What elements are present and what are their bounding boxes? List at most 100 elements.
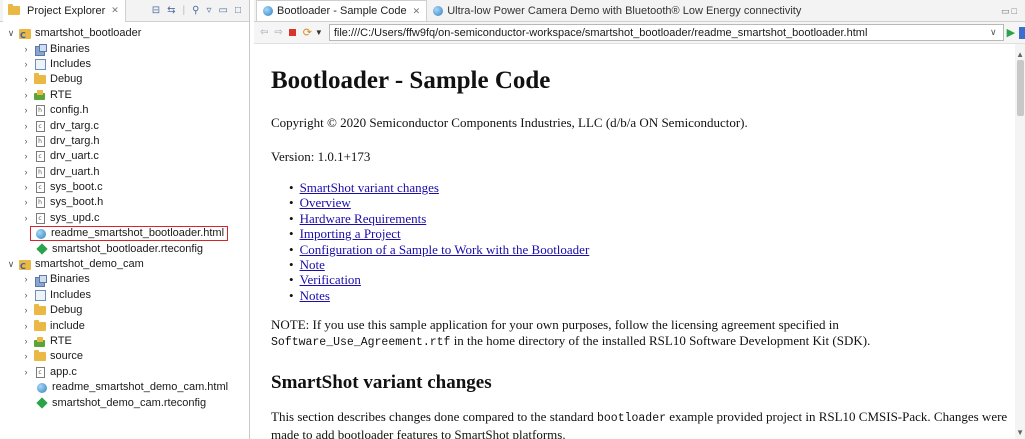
maximize-icon[interactable]: □ [235, 5, 241, 16]
tree-item[interactable]: › source [0, 349, 249, 364]
tree-item[interactable]: › c drv_targ.c [0, 118, 249, 133]
view-menu-icon[interactable]: ▿ [206, 5, 211, 16]
scroll-down-icon[interactable]: ▼ [1016, 428, 1024, 437]
scrollbar-thumb[interactable] [1017, 60, 1024, 116]
header-file-icon: h [33, 166, 47, 178]
chevron-right-icon[interactable]: › [21, 165, 31, 180]
side-panel-icon[interactable] [1019, 26, 1025, 39]
link-with-editor-icon[interactable]: ⇆ [167, 5, 175, 16]
chevron-down-icon[interactable]: ▼ [315, 28, 323, 37]
close-icon[interactable]: ✕ [413, 6, 421, 17]
chevron-down-icon[interactable]: ∨ [6, 257, 16, 272]
tab-project-explorer-label: Project Explorer [27, 4, 106, 17]
toc-item: Hardware Requirements [289, 211, 1015, 226]
chevron-right-icon[interactable]: › [21, 365, 31, 380]
toc-link[interactable]: Overview [300, 195, 351, 210]
tree-item[interactable]: › c drv_uart.c [0, 149, 249, 164]
minimize-icon[interactable]: ▭ [219, 5, 228, 16]
tab-camera-demo[interactable]: Ultra-low Power Camera Demo with Bluetoo… [427, 0, 807, 21]
tree-item[interactable]: › RTE [0, 334, 249, 349]
toc-link[interactable]: Notes [300, 288, 330, 303]
chevron-right-icon[interactable]: › [21, 303, 31, 318]
tree-item[interactable]: › c app.c [0, 365, 249, 380]
chevron-right-icon[interactable]: › [21, 319, 31, 334]
tree-item[interactable]: › Includes [0, 57, 249, 72]
chevron-right-icon[interactable]: › [21, 149, 31, 164]
collapse-all-icon[interactable]: ⊟ [152, 5, 160, 16]
tree-item-label: sys_boot.h [50, 196, 104, 209]
tree-item[interactable]: readme_smartshot_demo_cam.html [0, 380, 249, 395]
tree-item[interactable]: › Binaries [0, 41, 249, 57]
chevron-right-icon[interactable]: › [21, 134, 31, 149]
back-arrow-icon[interactable]: ⇦ [260, 27, 268, 38]
tree-item[interactable]: › h drv_uart.h [0, 165, 249, 180]
tab-project-explorer[interactable]: Project Explorer ✕ [3, 0, 126, 22]
tree-item-label: readme_smartshot_demo_cam.html [52, 381, 229, 394]
scroll-up-icon[interactable]: ▲ [1016, 50, 1024, 59]
close-icon[interactable]: ✕ [111, 5, 119, 16]
chevron-right-icon[interactable]: › [21, 72, 31, 87]
chevron-right-icon[interactable]: › [21, 119, 31, 134]
html-file-icon [34, 228, 48, 240]
tree-item[interactable]: › h sys_boot.h [0, 195, 249, 210]
toc-item: Importing a Project [289, 226, 1015, 241]
toc-link[interactable]: Importing a Project [300, 226, 401, 241]
tab-label: Ultra-low Power Camera Demo with Bluetoo… [447, 4, 802, 17]
license-note-text: NOTE: If you use this sample application… [271, 317, 839, 333]
browser-tab-bar: Bootloader - Sample Code ✕ Ultra-low Pow… [254, 0, 1025, 22]
tree-item[interactable]: › Debug [0, 72, 249, 87]
tree-item[interactable]: › h drv_targ.h [0, 134, 249, 149]
toc-link[interactable]: Hardware Requirements [300, 211, 427, 226]
tree-item[interactable]: › Binaries [0, 272, 249, 287]
chevron-right-icon[interactable]: › [21, 103, 31, 118]
tree-item-label: smartshot_bootloader [35, 27, 142, 40]
go-icon[interactable]: ▶ [1007, 26, 1015, 39]
chevron-right-icon[interactable]: › [21, 349, 31, 364]
refresh-icon[interactable]: ⟳ [303, 26, 312, 39]
tab-bootloader-sample-code[interactable]: Bootloader - Sample Code ✕ [256, 0, 428, 21]
url-input[interactable] [328, 24, 1004, 41]
stop-icon[interactable] [288, 29, 296, 36]
explorer-toolbar: ⊟ ⇆ | ⚲ ▿ ▭ □ [152, 5, 249, 16]
chevron-right-icon[interactable]: › [21, 195, 31, 210]
folder-icon [33, 73, 47, 86]
chevron-right-icon[interactable]: › [21, 334, 31, 349]
toc-link[interactable]: Note [300, 257, 325, 272]
toc-link[interactable]: SmartShot variant changes [300, 180, 439, 195]
tree-item[interactable]: › Debug [0, 303, 249, 318]
header-file-icon: h [33, 135, 47, 147]
tree-item[interactable]: › c sys_boot.c [0, 180, 249, 195]
window-controls[interactable]: ▭□ [1001, 6, 1025, 21]
tree-item[interactable]: › include [0, 318, 249, 333]
folder-icon [33, 350, 47, 363]
tree-item[interactable]: smartshot_demo_cam.rteconfig [0, 395, 249, 410]
c-file-icon: c [33, 120, 47, 132]
section-description-text: This section describes changes done comp… [271, 409, 597, 425]
chevron-right-icon[interactable]: › [21, 57, 31, 72]
chevron-right-icon[interactable]: › [21, 88, 31, 103]
chevron-right-icon[interactable]: › [21, 42, 31, 57]
chevron-right-icon[interactable]: › [21, 180, 31, 195]
c-file-icon: c [33, 212, 47, 224]
tree-item[interactable]: smartshot_bootloader.rteconfig [0, 241, 249, 256]
highlighted-tree-item[interactable]: readme_smartshot_bootloader.html [30, 226, 229, 242]
chevron-right-icon[interactable]: › [21, 211, 31, 226]
tree-item[interactable]: readme_smartshot_bootloader.html [0, 226, 249, 242]
chevron-down-icon[interactable]: ∨ [6, 26, 16, 41]
version-text: Version: 1.0.1+173 [271, 149, 371, 164]
forward-arrow-icon[interactable]: ⇨ [274, 27, 282, 38]
chevron-right-icon[interactable]: › [21, 272, 31, 287]
tree-item[interactable]: ∨ smartshot_demo_cam [0, 257, 249, 274]
tree-item[interactable]: › RTE [0, 88, 249, 103]
tree-item-label: smartshot_demo_cam [35, 258, 144, 271]
toc-link[interactable]: Configuration of a Sample to Work with t… [300, 242, 590, 257]
toc-link[interactable]: Verification [300, 272, 361, 287]
url-history-chevron-icon[interactable]: ∨ [990, 27, 997, 38]
tree-item[interactable]: › h config.h [0, 103, 249, 118]
tree-item[interactable]: › Includes [0, 288, 249, 303]
license-file-code: Software_Use_Agreement.rtf [271, 336, 451, 350]
filter-icon[interactable]: ⚲ [192, 5, 199, 16]
tree-item[interactable]: › c sys_upd.c [0, 211, 249, 226]
tree-item[interactable]: ∨ smartshot_bootloader [0, 26, 249, 43]
chevron-right-icon[interactable]: › [21, 288, 31, 303]
